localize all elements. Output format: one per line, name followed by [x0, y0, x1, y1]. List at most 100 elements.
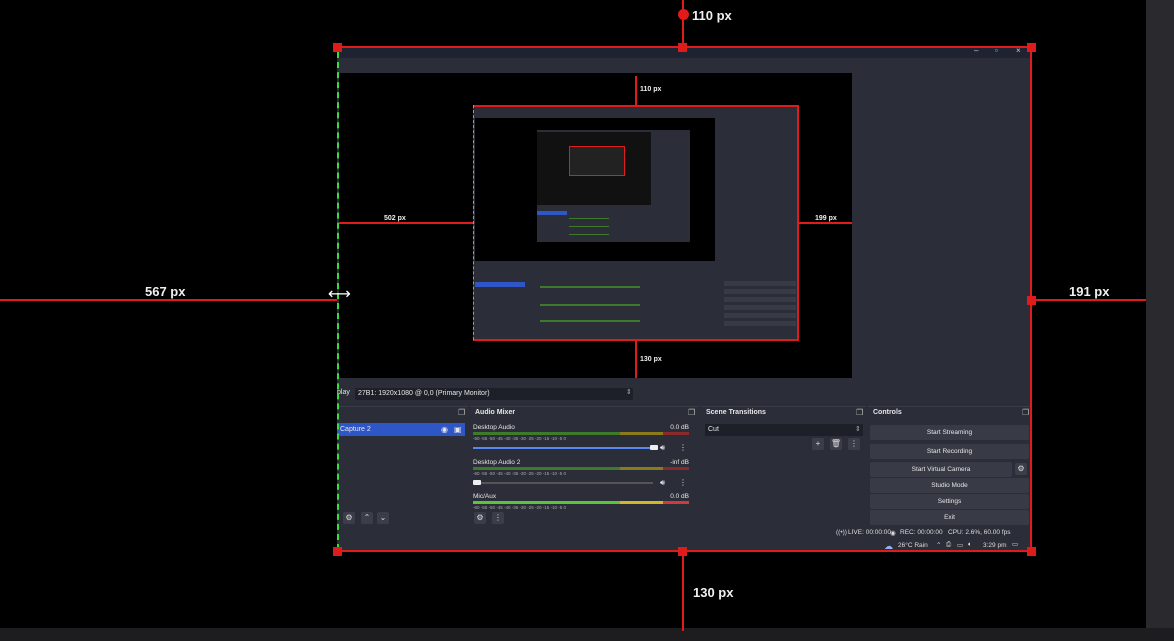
resize-handle-bottom-right[interactable] [1027, 547, 1036, 556]
cpu-status: CPU: 2.6%, 60.00 fps [948, 529, 1011, 536]
nested-control-button [724, 281, 796, 286]
nested-measure-right: 199 px [815, 215, 837, 222]
nested-guide-green [473, 105, 474, 340]
controls-title: Controls [873, 409, 902, 416]
nested-guide-top [635, 76, 637, 106]
weather-text: 26°C Rain [898, 542, 928, 549]
nested-scene-item [475, 282, 525, 287]
notification-icon[interactable]: ▭ [1012, 540, 1018, 548]
advanced-audio-icon[interactable]: ⚙ [474, 512, 486, 524]
inner-scene-item [537, 211, 567, 215]
measure-top: 110 px [692, 8, 732, 23]
meter-ticks: -60 -55 -50 -45 -40 -35 -30 -25 -20 -15 … [473, 471, 567, 476]
mixer-channel-name: Desktop Audio 2 [473, 459, 521, 466]
nested-scenes-dock [475, 272, 537, 332]
network-icon[interactable]: ▭ [957, 541, 963, 549]
guide-left [0, 299, 337, 301]
resize-handle-top-left[interactable] [333, 43, 342, 52]
nested-control-button [724, 313, 796, 318]
gear-icon[interactable]: ⚙ [343, 512, 355, 524]
screen-edge-right [1146, 0, 1174, 641]
undock-icon[interactable]: ❐ [688, 408, 695, 417]
volume-slider-fill [473, 447, 651, 449]
nested-measure-top: 110 px [640, 86, 662, 93]
volume-slider-thumb[interactable] [650, 445, 658, 450]
guide-right [1031, 299, 1146, 301]
nested-measure-bottom: 130 px [640, 356, 662, 363]
virtual-camera-settings-icon[interactable]: ⚙ [1015, 463, 1027, 475]
scene-transitions-title: Scene Transitions [706, 409, 766, 416]
volume-meter [473, 467, 689, 470]
chevron-updown-icon: ⇕ [626, 389, 632, 396]
resize-handle-top-right[interactable] [1027, 43, 1036, 52]
measure-bottom: 130 px [693, 585, 734, 600]
audio-mixer-title: Audio Mixer [475, 409, 516, 416]
measure-left: 567 px [145, 284, 186, 299]
nested-measure-left: 502 px [384, 215, 406, 222]
nested-transitions-dock [645, 272, 722, 332]
more-options-icon[interactable]: ⋮ [848, 438, 860, 450]
rec-status: REC: 00:00:00 [900, 529, 943, 536]
nested-control-button [724, 305, 796, 310]
inner-meter [569, 218, 609, 219]
mixer-channel-db: -inf dB [670, 459, 689, 466]
live-status: LIVE: 00:00:00 [848, 529, 892, 536]
scene-item-capture-2[interactable]: Capture 2 ◉ ▣ [337, 423, 465, 436]
volume-meter [473, 501, 689, 504]
undock-icon[interactable]: ❐ [458, 408, 465, 417]
nested-control-button [724, 297, 796, 302]
more-options-icon[interactable]: ⋮ [679, 478, 687, 487]
nested-control-button [724, 289, 796, 294]
add-icon[interactable]: + [812, 438, 824, 450]
transition-select-value: Cut [708, 426, 719, 433]
mixer-channel-name: Desktop Audio [473, 424, 515, 431]
measure-right: 191 px [1069, 284, 1110, 299]
move-down-icon[interactable]: ⌄ [377, 512, 389, 524]
more-options-icon[interactable]: ⋮ [679, 443, 687, 452]
settings-button[interactable]: Settings [870, 494, 1029, 509]
speaker-icon[interactable]: 🔊︎ [660, 478, 665, 488]
meter-ticks: -60 -55 -50 -45 -40 -35 -30 -25 -20 -15 … [473, 436, 567, 441]
screen-edge-bottom [0, 628, 1174, 641]
start-streaming-button[interactable]: Start Streaming [870, 425, 1029, 440]
undock-icon[interactable]: ❐ [856, 408, 863, 417]
eye-icon[interactable]: ◉ [441, 423, 448, 436]
volume-slider-track [473, 482, 653, 484]
exit-button[interactable]: Exit [870, 510, 1029, 525]
nested-guide-bottom [635, 340, 637, 378]
tray-chevron-icon[interactable]: ⌃ [936, 541, 941, 549]
display-select-value: 27B1: 1920x1080 @ 0,0 (Primary Monitor) [358, 390, 490, 397]
studio-mode-button[interactable]: Studio Mode [870, 478, 1029, 493]
guide-bottom [682, 551, 684, 631]
rec-status-icon: ◉ [890, 530, 896, 537]
resize-handle-bottom-left[interactable] [333, 547, 342, 556]
mixer-channel-name: Mic/Aux [473, 493, 497, 500]
transition-select[interactable]: Cut [705, 424, 863, 436]
volume-meter [473, 432, 689, 435]
start-virtual-camera-button[interactable]: Start Virtual Camera [870, 462, 1012, 477]
nested-control-button [724, 321, 796, 326]
resize-handle-bottom[interactable] [678, 547, 687, 556]
mixer-channel-db: 0.0 dB [670, 424, 689, 431]
volume-slider-thumb[interactable] [473, 480, 481, 485]
display-select[interactable]: 27B1: 1920x1080 @ 0,0 (Primary Monitor) [355, 388, 633, 400]
lock-icon[interactable]: ▣ [454, 423, 462, 436]
resize-handle-top[interactable] [678, 43, 687, 52]
move-up-icon[interactable]: ⌃ [361, 512, 373, 524]
volume-icon[interactable]: 🔈︎ [968, 541, 972, 549]
undock-icon[interactable]: ❐ [1022, 408, 1029, 417]
meter-ticks: -60 -55 -50 -45 -40 -35 -30 -25 -20 -15 … [473, 505, 567, 510]
resize-cursor-icon: ⟷ [328, 286, 351, 303]
start-recording-button[interactable]: Start Recording [870, 444, 1029, 459]
trash-icon[interactable]: 🗑︎ [830, 438, 842, 450]
printer-icon[interactable]: ⎙ [946, 541, 951, 549]
nested-mixer-dock [539, 272, 643, 332]
nested-meter [540, 320, 640, 322]
speaker-icon[interactable]: 🔊︎ [660, 443, 665, 453]
nested-guide-left [339, 222, 473, 224]
chevron-updown-icon: ⇕ [855, 426, 861, 433]
scene-item-label: Capture 2 [340, 426, 371, 433]
mixer-menu-icon[interactable]: ⋮ [492, 512, 504, 524]
inner-capture-box [569, 146, 625, 176]
resize-handle-right[interactable] [1027, 296, 1036, 305]
